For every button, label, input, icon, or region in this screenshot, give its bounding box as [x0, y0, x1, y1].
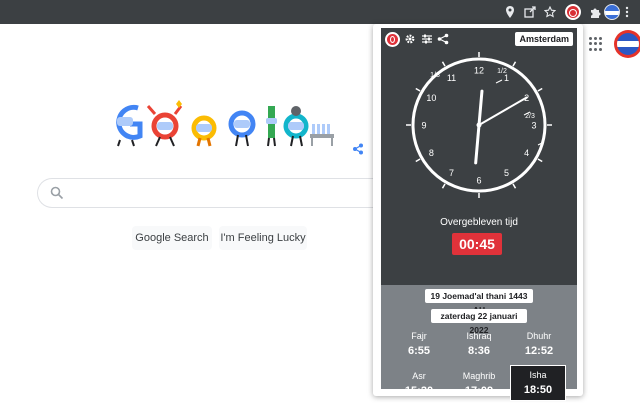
prayer-time: 15:20: [404, 385, 434, 397]
clock-fraction-label: 1/3: [430, 72, 440, 79]
prayer-fajr: Fajr 6:55: [391, 327, 447, 363]
prayer-time: 17:09: [464, 385, 494, 397]
clock-number: 12: [474, 66, 484, 76]
search-input[interactable]: [72, 183, 372, 203]
google-search-button[interactable]: Google Search: [132, 226, 212, 250]
clock-fraction-label: 1/2: [497, 68, 507, 75]
prayer-name: Maghrib: [462, 371, 496, 381]
clock-number: 8: [429, 148, 434, 158]
clock-number: 11: [447, 73, 456, 83]
prayer-time: 18:50: [523, 384, 553, 396]
share-icon[interactable]: [437, 33, 449, 45]
search-box[interactable]: [37, 178, 382, 208]
clock-tick: [415, 158, 421, 163]
remaining-time-value: 00:45: [452, 233, 502, 255]
profile-icon[interactable]: [604, 4, 620, 20]
clock-marker: [495, 79, 503, 84]
clock-tick: [441, 183, 446, 189]
prayer-name: Isha: [529, 370, 547, 380]
prayer-time: 6:55: [407, 345, 431, 357]
prayer-dhuhr: Dhuhr 12:52: [511, 327, 567, 363]
browser-toolbar: [0, 0, 640, 24]
prayer-time: 12:52: [524, 345, 554, 357]
puzzle-icon[interactable]: [587, 4, 603, 20]
feeling-lucky-button[interactable]: I'm Feeling Lucky: [219, 226, 307, 250]
apps-grid-icon[interactable]: [589, 37, 603, 51]
clock-number: 3: [531, 121, 536, 131]
prayer-name: Dhuhr: [526, 331, 552, 341]
sliders-icon[interactable]: [421, 33, 433, 45]
clock-minute-hand: [478, 96, 528, 126]
clock-number: 6: [476, 176, 481, 186]
location-icon[interactable]: [502, 4, 518, 20]
clock-tick: [537, 158, 543, 163]
clock-tick: [537, 87, 543, 92]
clock-tick: [415, 87, 421, 92]
gregorian-date: zaterdag 22 januari 2022: [431, 309, 527, 335]
gear-icon[interactable]: [404, 33, 416, 45]
search-icon: [50, 186, 64, 200]
clock-number: 4: [524, 148, 529, 158]
popup-prayer-panel: 19 Joemad'al thani 1443 AH zaterdag 22 j…: [381, 285, 577, 401]
clock-number: 5: [504, 168, 509, 178]
prayer-ishraq: Ishraq 8:36: [451, 327, 507, 363]
prayer-isha: Isha 18:50: [510, 365, 566, 401]
prayer-maghrib: Maghrib 17:09: [451, 367, 507, 403]
popup-clock-panel: Amsterdam 121234567891011 1/31/22/3 Over…: [381, 28, 577, 285]
clock-tick: [512, 61, 517, 67]
analog-clock: 121234567891011 1/31/22/3: [406, 52, 552, 198]
clock-number: 9: [421, 121, 426, 131]
prayer-asr: Asr 15:20: [391, 367, 447, 403]
clock-number: 10: [426, 93, 436, 103]
doodle-share-icon[interactable]: [352, 143, 364, 155]
prayer-name: Fajr: [411, 331, 427, 341]
clock-center: [476, 122, 482, 128]
prayer-name: Ishraq: [466, 331, 492, 341]
star-icon[interactable]: [542, 4, 558, 20]
hijri-date: 19 Joemad'al thani 1443 AH: [425, 289, 533, 315]
remaining-time-label: Overgebleven tijd: [440, 217, 518, 228]
google-doodle[interactable]: [110, 100, 340, 150]
clock-tick: [512, 183, 517, 189]
account-avatar[interactable]: [614, 30, 640, 58]
clock-tick: [441, 61, 446, 67]
prayer-time: 8:36: [467, 345, 491, 357]
menu-icon[interactable]: [622, 4, 632, 20]
extension-red-icon[interactable]: [565, 4, 581, 20]
prayer-name: Asr: [412, 371, 426, 381]
share-page-icon[interactable]: [522, 4, 538, 20]
extension-logo-icon[interactable]: [385, 32, 400, 47]
city-label[interactable]: Amsterdam: [515, 32, 573, 46]
clock-number: 7: [449, 168, 454, 178]
prayer-times-popup: Amsterdam 121234567891011 1/31/22/3 Over…: [373, 24, 583, 401]
